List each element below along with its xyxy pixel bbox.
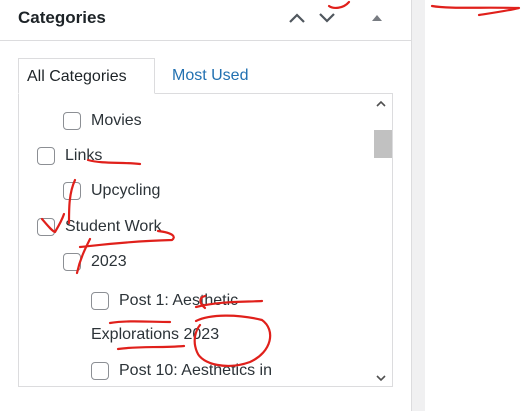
category-label: Upcycling [91,182,161,199]
sidebar-gutter [412,0,425,411]
checkbox[interactable] [63,112,81,130]
tab-most-used[interactable]: Most Used [164,58,284,94]
category-label: Student Work [65,218,162,235]
list-item: Post 1: Aesthetic [91,284,238,318]
scroll-up-arrow-icon[interactable] [376,100,386,108]
categories-panel: Categories All Categories Most Used Movi… [0,0,412,411]
scrollbar-thumb[interactable] [374,130,392,158]
list-item: Post 10: Aesthetics in [91,354,272,386]
chevron-up-icon [289,13,305,23]
checkbox[interactable] [91,362,109,380]
collapse-toggle-button[interactable] [364,6,390,30]
move-up-button[interactable] [284,6,310,30]
list-item: Upcycling [63,174,160,208]
scroll-down-arrow-icon[interactable] [376,374,386,382]
category-label: Post 1: Aesthetic [119,292,239,309]
annotation-mark [430,4,521,17]
category-checklist: Movies Links Upcycling Student Work 2023… [18,93,393,387]
list-item: Student Work [37,210,162,244]
panel-header: Categories [0,0,411,41]
scrollbar[interactable] [370,94,392,386]
triangle-up-icon [372,15,382,21]
list-item: 2023 [63,245,127,279]
list-item: Movies [63,104,142,138]
category-label: 2023 [91,253,127,270]
category-label: Movies [91,112,142,129]
category-label: Links [65,147,103,164]
list-item: Links [37,139,102,173]
checkbox[interactable] [63,182,81,200]
checkbox[interactable] [37,218,55,236]
panel-title: Categories [18,8,106,27]
chevron-down-icon [319,13,335,23]
checkbox[interactable] [91,292,109,310]
category-label-continuation: Explorations 2023 [91,326,220,343]
checkbox[interactable] [37,147,55,165]
list-item-continuation: Explorations 2023 [91,318,219,352]
tab-all-categories[interactable]: All Categories [18,58,155,94]
move-down-button[interactable] [314,6,340,30]
category-label: Post 10: Aesthetics in [119,362,272,379]
checkbox[interactable] [63,253,81,271]
